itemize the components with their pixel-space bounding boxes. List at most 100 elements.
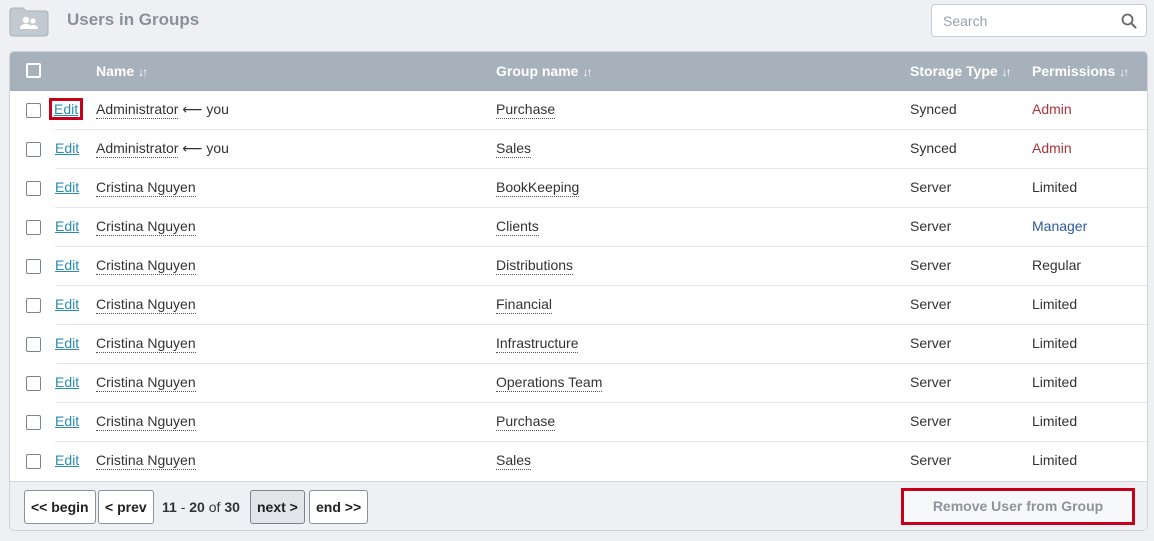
user-name[interactable]: Cristina Nguyen — [96, 257, 196, 275]
group-name[interactable]: Distributions — [496, 257, 574, 275]
edit-link[interactable]: Edit — [55, 218, 79, 234]
range-of: of — [204, 499, 225, 515]
name-cell: Administrator ⟵ you — [96, 140, 229, 158]
prev-button[interactable]: < prev — [98, 490, 154, 524]
users-in-groups-panel: Name ↓↑ Group name ↓↑ Storage Type ↓↑ Permi… — [9, 51, 1148, 531]
group-name[interactable]: Financial — [496, 296, 553, 314]
user-name[interactable]: Cristina Nguyen — [96, 335, 196, 353]
column-header-permissions[interactable]: Permissions ↓↑ — [1032, 63, 1129, 79]
table-row: Edit Cristina Nguyen Distributions Server Re… — [10, 247, 1147, 286]
group-cell: Clients — [496, 218, 539, 236]
table-row: Edit Cristina Nguyen BookKeeping Server Limi… — [10, 169, 1147, 208]
user-name[interactable]: Cristina Nguyen — [96, 218, 196, 236]
edit-link[interactable]: Edit — [55, 296, 79, 312]
permission-level: Limited — [1032, 374, 1078, 390]
range-separator: - — [176, 499, 190, 515]
user-name[interactable]: Administrator — [96, 140, 179, 158]
user-name[interactable]: Cristina Nguyen — [96, 179, 196, 197]
user-name[interactable]: Cristina Nguyen — [96, 452, 196, 470]
group-cell: BookKeeping — [496, 179, 580, 197]
group-name[interactable]: Sales — [496, 452, 532, 470]
group-cell: Infrastructure — [496, 335, 579, 353]
group-name[interactable]: Infrastructure — [496, 335, 579, 353]
user-name[interactable]: Cristina Nguyen — [96, 296, 196, 314]
edit-link[interactable]: Edit — [55, 335, 79, 351]
table-footer: << begin < prev 11 - 20 of 30 next > end… — [10, 481, 1147, 530]
range-total: 30 — [224, 499, 240, 515]
column-label: Name — [96, 63, 135, 79]
column-header-group[interactable]: Group name ↓↑ — [496, 63, 592, 79]
row-checkbox[interactable] — [26, 220, 41, 235]
row-checkbox[interactable] — [26, 415, 41, 430]
storage-type: Server — [910, 218, 952, 234]
group-name[interactable]: Purchase — [496, 413, 556, 431]
permission-level: Limited — [1032, 452, 1078, 468]
select-all-checkbox[interactable] — [26, 63, 41, 78]
begin-button[interactable]: << begin — [24, 490, 96, 524]
remove-user-from-group-button[interactable]: Remove User from Group — [901, 488, 1135, 525]
name-cell: Cristina Nguyen — [96, 413, 196, 431]
group-name[interactable]: Purchase — [496, 101, 556, 119]
search-input[interactable] — [932, 5, 1112, 36]
table-body: Edit Administrator ⟵ you Purchase Synced Adm… — [10, 91, 1147, 481]
sort-icon: ↓↑ — [138, 65, 148, 79]
edit-link[interactable]: Edit — [55, 374, 79, 390]
name-cell: Cristina Nguyen — [96, 179, 196, 197]
row-checkbox[interactable] — [26, 181, 41, 196]
group-cell: Operations Team — [496, 374, 603, 392]
storage-type: Server — [910, 257, 952, 273]
table-row: Edit Cristina Nguyen Financial Server Limite… — [10, 286, 1147, 325]
table-header: Name ↓↑ Group name ↓↑ Storage Type ↓↑ Permi… — [10, 52, 1147, 91]
edit-link[interactable]: Edit — [55, 413, 79, 429]
permission-level: Limited — [1032, 296, 1078, 312]
table-row: Edit Cristina Nguyen Clients Server Manager — [10, 208, 1147, 247]
row-checkbox[interactable] — [26, 298, 41, 313]
group-name[interactable]: BookKeeping — [496, 179, 580, 197]
users-folder-icon — [9, 7, 49, 37]
group-name[interactable]: Clients — [496, 218, 539, 236]
edit-link[interactable]: Edit — [55, 179, 79, 195]
column-header-storage[interactable]: Storage Type ↓↑ — [910, 63, 1012, 79]
group-name[interactable]: Sales — [496, 140, 532, 158]
group-cell: Sales — [496, 452, 532, 470]
edit-link[interactable]: Edit — [55, 140, 79, 156]
edit-link[interactable]: Edit — [55, 452, 79, 468]
permission-level: Limited — [1032, 179, 1078, 195]
row-checkbox[interactable] — [26, 376, 41, 391]
row-checkbox[interactable] — [26, 142, 41, 157]
storage-type: Server — [910, 296, 952, 312]
group-cell: Financial — [496, 296, 553, 314]
top-bar: Users in Groups — [0, 0, 1154, 44]
row-checkbox[interactable] — [26, 454, 41, 469]
storage-type: Server — [910, 452, 952, 468]
row-checkbox[interactable] — [26, 103, 41, 118]
row-checkbox[interactable] — [26, 337, 41, 352]
name-cell: Cristina Nguyen — [96, 296, 196, 314]
group-cell: Purchase — [496, 413, 556, 431]
range-start: 11 — [162, 499, 177, 515]
permission-level: Limited — [1032, 413, 1078, 429]
storage-type: Synced — [910, 101, 957, 117]
group-cell: Distributions — [496, 257, 574, 275]
storage-type: Server — [910, 335, 952, 351]
column-header-name[interactable]: Name ↓↑ — [96, 63, 148, 79]
row-checkbox[interactable] — [26, 259, 41, 274]
name-cell: Cristina Nguyen — [96, 374, 196, 392]
search-icon[interactable] — [1121, 13, 1137, 29]
user-name[interactable]: Cristina Nguyen — [96, 413, 196, 431]
table-row: Edit Cristina Nguyen Purchase Server Limited — [10, 403, 1147, 442]
you-indicator: ⟵ you — [182, 101, 229, 117]
next-button[interactable]: next > — [250, 490, 305, 524]
edit-link[interactable]: Edit — [55, 257, 79, 273]
sort-icon: ↓↑ — [1001, 65, 1012, 79]
user-name[interactable]: Administrator — [96, 101, 179, 119]
group-name[interactable]: Operations Team — [496, 374, 603, 392]
you-indicator: ⟵ you — [182, 140, 229, 156]
edit-link[interactable]: Edit — [48, 98, 84, 120]
user-name[interactable]: Cristina Nguyen — [96, 374, 196, 392]
end-button[interactable]: end >> — [309, 490, 369, 524]
search-box[interactable] — [931, 4, 1147, 37]
storage-type: Server — [910, 179, 952, 195]
table-row: Edit Administrator ⟵ you Sales Synced Admin — [10, 130, 1147, 169]
storage-type: Synced — [910, 140, 957, 156]
